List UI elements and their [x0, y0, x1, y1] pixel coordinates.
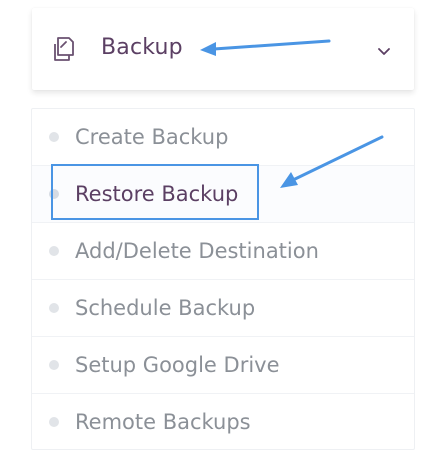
menu-item-add-delete-destination[interactable]: Add/Delete Destination — [32, 223, 414, 280]
menu-item-label: Remote Backups — [75, 410, 251, 434]
menu-item-schedule-backup[interactable]: Schedule Backup — [32, 280, 414, 337]
menu-item-create-backup[interactable]: Create Backup — [32, 109, 414, 166]
copy-icon — [46, 31, 82, 67]
bullet-dot — [49, 360, 59, 370]
menu-item-label: Schedule Backup — [75, 296, 256, 320]
backup-menu-title: Backup — [101, 35, 183, 60]
bullet-dot — [49, 189, 59, 199]
menu-item-setup-google-drive[interactable]: Setup Google Drive — [32, 337, 414, 394]
chevron-down-icon[interactable] — [374, 41, 394, 61]
menu-item-label: Setup Google Drive — [75, 353, 280, 377]
bullet-dot — [49, 246, 59, 256]
menu-item-label: Add/Delete Destination — [75, 239, 319, 263]
bullet-dot — [49, 132, 59, 142]
menu-item-remote-backups[interactable]: Remote Backups — [32, 394, 414, 450]
bullet-dot — [49, 303, 59, 313]
backup-menu-screenshot: Backup Create Backup Restore Backup Add/… — [0, 0, 433, 455]
menu-item-label: Create Backup — [75, 125, 229, 149]
bullet-dot — [49, 417, 59, 427]
backup-submenu: Create Backup Restore Backup Add/Delete … — [31, 108, 415, 450]
menu-item-restore-backup[interactable]: Restore Backup — [32, 166, 414, 223]
menu-item-label: Restore Backup — [75, 182, 239, 206]
backup-menu-header[interactable]: Backup — [32, 8, 414, 90]
